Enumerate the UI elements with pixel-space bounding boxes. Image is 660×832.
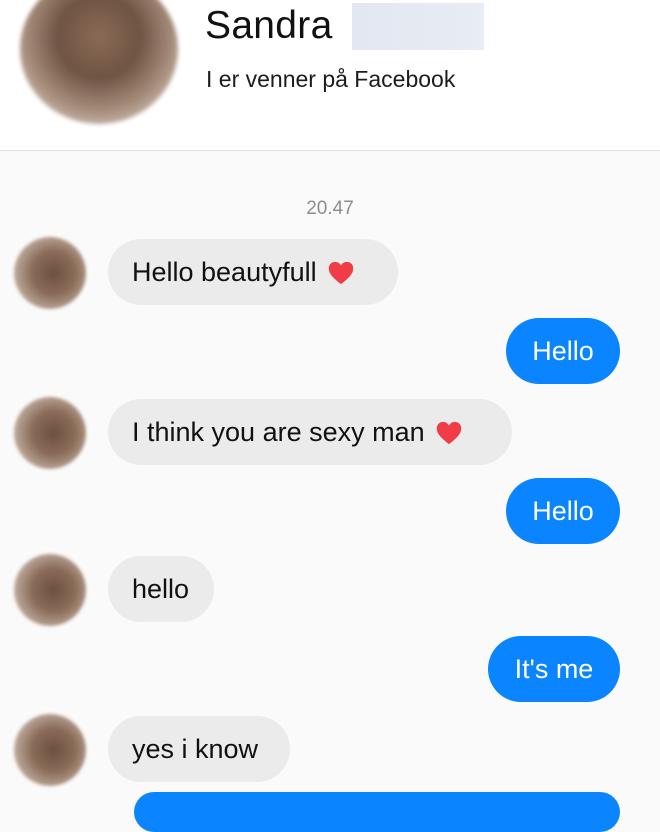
sender-avatar[interactable] <box>14 714 86 786</box>
message-text: It's me <box>514 653 594 684</box>
message-text: hello <box>132 573 190 604</box>
sender-avatar[interactable] <box>14 237 86 309</box>
chat-header: Sandra I er venner på Facebook <box>0 0 660 151</box>
message-timestamp: 20.47 <box>306 198 354 219</box>
message-bubble-outgoing[interactable]: Hello <box>506 318 620 384</box>
message-bubble-outgoing[interactable]: Hello <box>506 478 620 544</box>
heart-icon <box>328 261 353 285</box>
contact-name[interactable]: Sandra <box>205 4 333 48</box>
message-text: yes i know <box>132 733 259 764</box>
message-text: Hello <box>532 495 594 526</box>
message-bubble-outgoing[interactable]: It's me <box>488 636 620 702</box>
sender-avatar[interactable] <box>14 554 86 626</box>
message-text: Hello beautyfull <box>132 256 317 287</box>
message-bubble-incoming[interactable]: hello <box>108 556 214 622</box>
contact-avatar[interactable] <box>20 0 178 124</box>
message-bubble-incoming[interactable]: yes i know <box>108 716 290 782</box>
message-text: Hello <box>532 335 594 366</box>
message-bubble-incoming[interactable]: I think you are sexy man <box>108 399 512 465</box>
name-redaction <box>352 3 484 50</box>
message-bubble-incoming[interactable]: Hello beautyfull <box>108 239 398 305</box>
message-bubble-outgoing-partial[interactable] <box>134 792 620 832</box>
friendship-status: I er venner på Facebook <box>206 66 456 92</box>
sender-avatar[interactable] <box>14 397 86 469</box>
heart-icon <box>436 421 461 445</box>
message-text: I think you are sexy man <box>132 416 425 447</box>
